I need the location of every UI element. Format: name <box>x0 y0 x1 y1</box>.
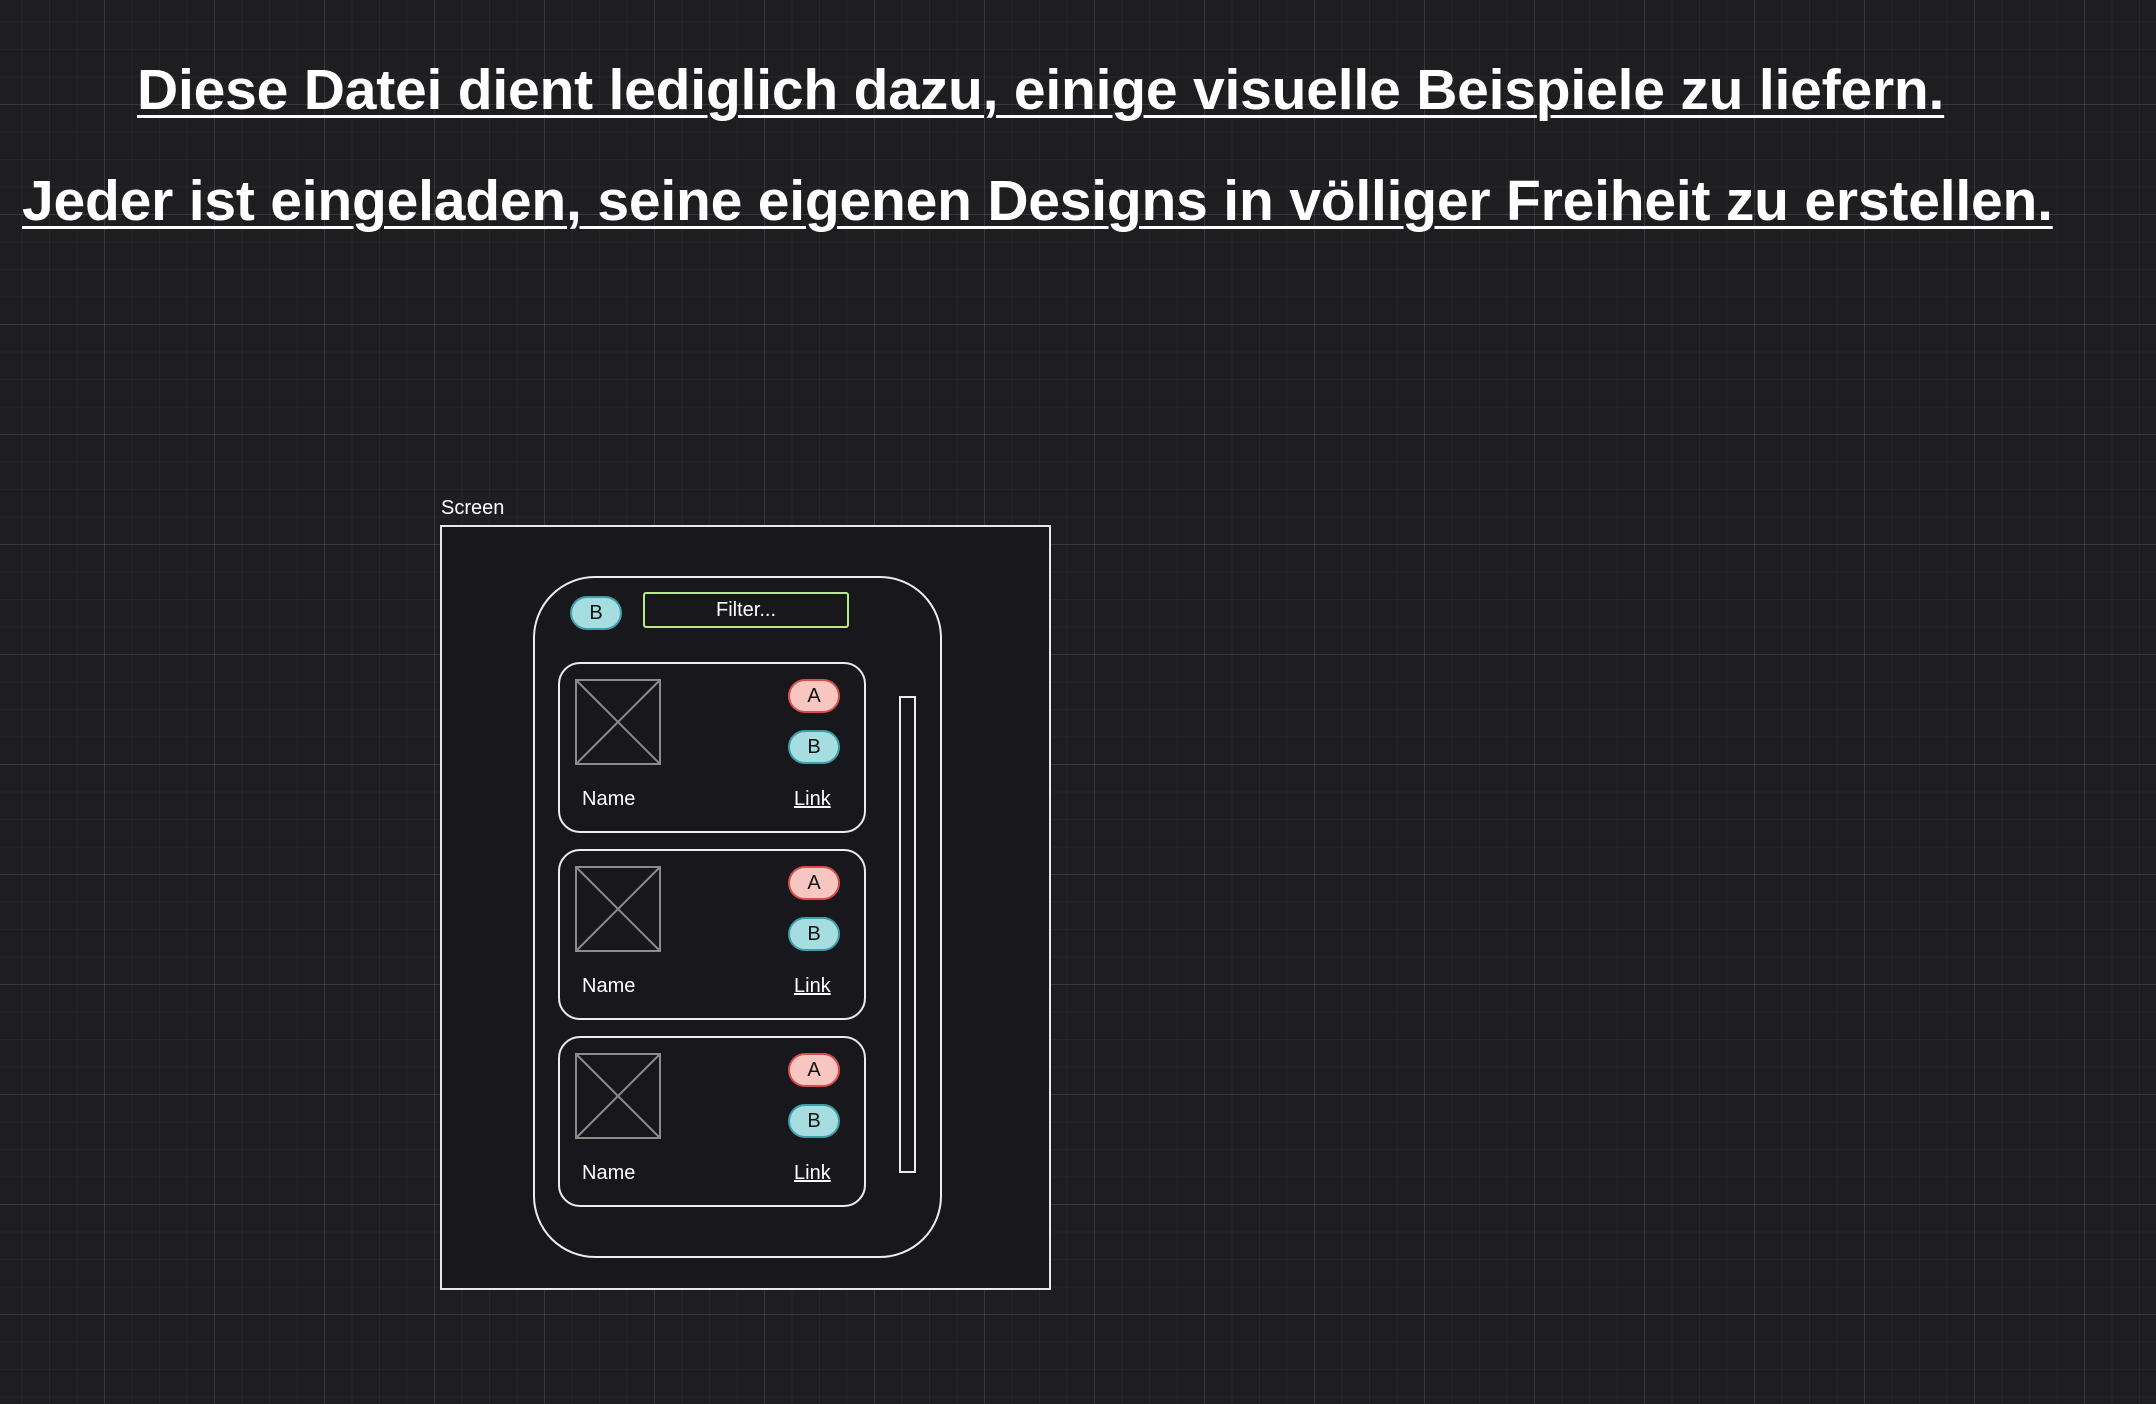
badge-b-button[interactable]: B <box>788 730 840 764</box>
frame-label: Screen <box>441 497 505 519</box>
badge-a-button[interactable]: A <box>788 1053 840 1087</box>
badge-b-button[interactable]: B <box>788 1104 840 1138</box>
list-item[interactable]: A B Name Link <box>558 662 866 833</box>
badge-a-button[interactable]: A <box>788 866 840 900</box>
card-link[interactable]: Link <box>794 973 831 999</box>
card-name: Name <box>582 975 636 997</box>
list-item[interactable]: A B Name Link <box>558 1036 866 1207</box>
image-placeholder-icon <box>575 679 661 765</box>
filter-input[interactable] <box>643 592 849 628</box>
badge-a-button[interactable]: A <box>788 679 840 713</box>
card-link[interactable]: Link <box>794 1160 831 1186</box>
card-link[interactable]: Link <box>794 786 831 812</box>
list-item[interactable]: A B Name Link <box>558 849 866 1020</box>
scrollbar[interactable] <box>899 696 916 1173</box>
invitation-heading: Jeder ist eingeladen, seine eigenen Desi… <box>22 169 2053 233</box>
image-placeholder-icon <box>575 866 661 952</box>
badge-b-button[interactable]: B <box>788 917 840 951</box>
card-name: Name <box>582 788 636 810</box>
card-name: Name <box>582 1162 636 1184</box>
badge-b-button[interactable]: B <box>570 596 622 630</box>
image-placeholder-icon <box>575 1053 661 1139</box>
intro-heading: Diese Datei dient lediglich dazu, einige… <box>137 58 1945 122</box>
